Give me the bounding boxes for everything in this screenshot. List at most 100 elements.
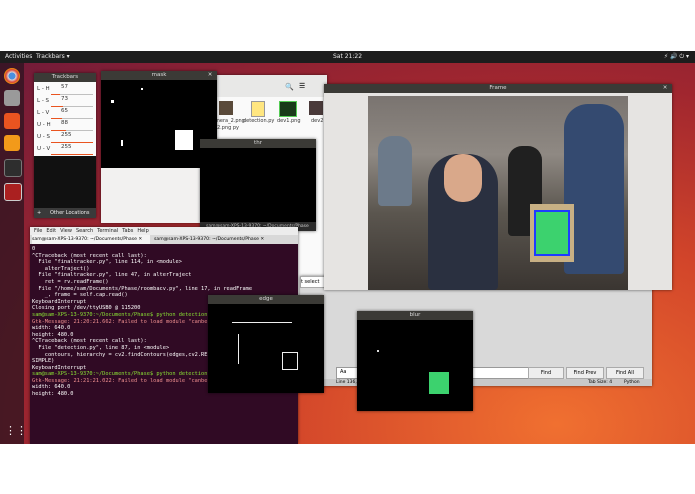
- terminal-line: ret = rv.readFrame(): [32, 278, 109, 285]
- thr-titlebar[interactable]: thr: [200, 139, 316, 148]
- close-icon[interactable]: ✕: [206, 71, 214, 80]
- thr-title: thr: [254, 140, 262, 146]
- detected-green-rectangle: [534, 210, 570, 256]
- camera-frame: [368, 96, 628, 290]
- file-label[interactable]: dev2: [311, 118, 323, 124]
- clock[interactable]: Sat 21:22: [0, 51, 695, 63]
- trackbar-fill: [51, 94, 61, 95]
- trackbar-value: 255: [61, 144, 72, 150]
- terminal-menu-search[interactable]: Search: [76, 228, 93, 234]
- dock: ⋮⋮: [0, 63, 27, 444]
- file-label-extra: 2.png py: [217, 125, 240, 131]
- image-thumbnail[interactable]: [219, 101, 233, 115]
- status-tab-size[interactable]: Tab Size: 4: [588, 379, 612, 386]
- mask-titlebar[interactable]: mask ✕: [101, 71, 217, 80]
- mask-blob: [175, 130, 193, 150]
- terminal-menu-tabs[interactable]: Tabs: [122, 228, 133, 234]
- trackbars-window: Trackbars L - H 57 L - S 73 L - V 65 U - H 88 U …: [34, 73, 96, 218]
- person-left: [378, 136, 412, 206]
- top-bar: Activities Trackbars ▾ Sat 21:22 ⚡ 🔊 ⏻ ▾: [0, 51, 695, 63]
- python-file-icon[interactable]: [251, 101, 265, 117]
- sublime-icon[interactable]: [4, 135, 20, 151]
- blur-image: [357, 320, 473, 411]
- status-syntax[interactable]: Python: [624, 379, 640, 386]
- terminal-tab-label: sam@sam-XPS-13-9370: ~/Documents/Phase: [32, 237, 137, 242]
- blur-green-region: [429, 372, 449, 394]
- blur-titlebar[interactable]: blur: [357, 311, 473, 320]
- case-toggle[interactable]: Aa: [340, 369, 346, 375]
- terminal-menubar: File Edit View Search Terminal Tabs Help: [30, 227, 298, 235]
- trackbars-titlebar[interactable]: Trackbars: [34, 73, 96, 82]
- edge-titlebar[interactable]: edge: [208, 295, 324, 304]
- trackbar-label: U - S: [37, 134, 50, 140]
- terminal-menu-edit[interactable]: Edit: [46, 228, 56, 234]
- trackbar-label: U - H: [37, 122, 51, 128]
- trackbars-title: Trackbars: [51, 74, 79, 80]
- edge-line: [232, 322, 292, 324]
- system-menu-icon[interactable]: ⚡ 🔊 ⏻ ▾: [664, 51, 689, 63]
- trackbar-label: U - V: [37, 146, 51, 152]
- terminal-tab[interactable]: sam@sam-XPS-13-9370: ~/Documents/Phase ✕: [154, 235, 272, 244]
- files-icon[interactable]: [4, 90, 20, 106]
- trackbar-label: L - S: [37, 98, 50, 104]
- frame-titlebar[interactable]: Frame ✕: [324, 84, 672, 93]
- trackbar-value: 88: [61, 120, 68, 126]
- terminal-menu-help[interactable]: Help: [137, 228, 148, 234]
- file-label[interactable]: detection.py: [243, 118, 274, 124]
- terminal-line: ^CTraceback (most recent call last):: [32, 252, 147, 259]
- mask-noise: [121, 140, 123, 146]
- terminal-menu-items: File Edit View Search Terminal Tabs Help: [30, 228, 149, 234]
- trackbar-label: L - H: [37, 86, 50, 92]
- mask-title: mask: [151, 72, 167, 78]
- find-all-button[interactable]: Find All: [606, 367, 644, 379]
- chromium-icon[interactable]: [4, 68, 20, 84]
- blur-title: blur: [409, 312, 421, 318]
- desktop: Activities Trackbars ▾ Sat 21:22 ⚡ 🔊 ⏻ ▾…: [0, 51, 695, 444]
- show-apps-icon[interactable]: [4, 183, 22, 201]
- person-center: [428, 154, 498, 290]
- menu-icon[interactable]: ☰: [299, 82, 305, 90]
- find-prev-button[interactable]: Find Prev: [566, 367, 604, 379]
- image-thumbnail[interactable]: [309, 101, 323, 115]
- terminal-tab-active[interactable]: sam@sam-XPS-13-9370: ~/Documents/Phase ✕: [32, 235, 150, 244]
- edge-contour: [282, 352, 298, 370]
- trackbars-empty-area: [34, 156, 96, 208]
- trackbar-label: L - V: [37, 110, 50, 116]
- terminal-menu-terminal[interactable]: Terminal: [97, 228, 118, 234]
- held-board: [530, 204, 574, 262]
- blur-noise: [377, 350, 379, 352]
- close-icon[interactable]: ✕: [260, 237, 264, 242]
- trackbar-fill: [51, 142, 93, 143]
- file-label[interactable]: mera_2.png: [215, 118, 245, 124]
- terminal-menu-view[interactable]: View: [60, 228, 72, 234]
- add-icon[interactable]: +: [37, 208, 41, 218]
- face: [444, 154, 482, 202]
- frame-title: Frame: [489, 85, 507, 91]
- trackbar-fill: [51, 154, 93, 155]
- terminal-line: 0: [32, 246, 36, 252]
- terminal-tab-label: sam@sam-XPS-13-9370: ~/Documents/Phase: [154, 237, 259, 242]
- trackbar-value: 255: [61, 132, 72, 138]
- mask-noise: [141, 88, 143, 90]
- image-thumbnail[interactable]: [279, 101, 297, 117]
- status-bar: Line 136, C Tab Size: 4 Python: [300, 379, 652, 386]
- blur-window: blur: [357, 311, 473, 411]
- find-button[interactable]: Find: [528, 367, 564, 379]
- terminal-line: alterTraject(): [32, 265, 90, 272]
- search-icon[interactable]: 🔍: [285, 83, 294, 91]
- edge-image: [208, 304, 324, 393]
- close-icon[interactable]: ✕: [661, 84, 669, 93]
- other-locations-link[interactable]: Other Locations: [50, 208, 90, 218]
- sidebar-footer: + Other Locations: [34, 208, 96, 218]
- file-label[interactable]: dev1.png: [277, 118, 301, 124]
- close-icon[interactable]: ✕: [138, 237, 142, 242]
- app-grid-icon[interactable]: ⋮⋮: [5, 424, 27, 438]
- frame-window: Frame ✕: [324, 84, 672, 290]
- thr-image: [200, 148, 316, 222]
- software-icon[interactable]: [4, 113, 20, 129]
- terminal-icon[interactable]: [4, 159, 22, 177]
- terminal-menu-file[interactable]: File: [34, 228, 42, 234]
- trackbar-value: 73: [61, 96, 68, 102]
- terminal-line: File "finaltracker.py", line 114, in <mo…: [32, 259, 182, 266]
- terminal-line: File "finaltracker.py", line 47, in alte…: [32, 272, 192, 279]
